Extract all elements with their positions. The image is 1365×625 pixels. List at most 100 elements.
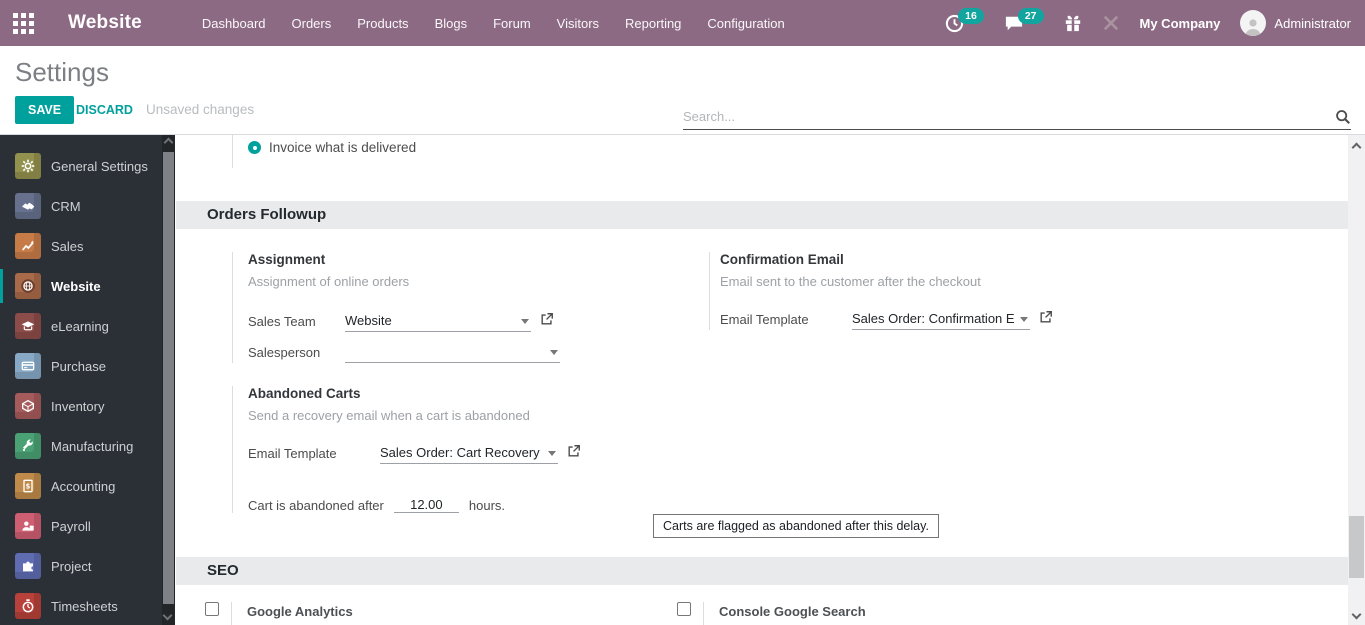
apps-grid-icon[interactable] bbox=[0, 0, 46, 46]
sidebar-item-general-settings[interactable]: General Settings bbox=[0, 146, 175, 186]
console-google-search-setting: Console Google Search bbox=[677, 602, 866, 625]
setting-title: Abandoned Carts bbox=[248, 386, 361, 401]
sales-team-value: Website bbox=[345, 313, 392, 328]
email-template-label: Email Template bbox=[720, 312, 809, 327]
discard-button[interactable]: DISCARD bbox=[76, 103, 133, 117]
menu-forum[interactable]: Forum bbox=[491, 10, 533, 37]
sidebar-item-inventory[interactable]: Inventory bbox=[0, 386, 175, 426]
sidebar-item-elearning[interactable]: eLearning bbox=[0, 306, 175, 346]
abandon-delay-input[interactable] bbox=[393, 497, 459, 513]
developer-tools-button[interactable] bbox=[1102, 14, 1120, 32]
salesperson-select[interactable] bbox=[345, 350, 560, 363]
sidebar-label: CRM bbox=[51, 198, 81, 214]
messages-button[interactable]: 27 bbox=[1004, 8, 1044, 32]
console-google-search-checkbox[interactable] bbox=[677, 602, 691, 616]
chevron-down-icon[interactable] bbox=[1020, 317, 1028, 322]
app-brand-title[interactable]: Website bbox=[68, 12, 142, 34]
menu-reporting[interactable]: Reporting bbox=[623, 10, 683, 37]
gear-icon bbox=[15, 153, 41, 179]
gift-icon bbox=[1065, 15, 1080, 32]
sidebar-label: Website bbox=[51, 278, 101, 294]
sidebar-label: General Settings bbox=[51, 158, 148, 174]
external-link-icon[interactable] bbox=[1039, 310, 1053, 329]
user-name: Administrator bbox=[1274, 15, 1351, 31]
radio-checked-icon[interactable] bbox=[248, 141, 261, 154]
gift-button[interactable] bbox=[1064, 14, 1082, 32]
menu-visitors[interactable]: Visitors bbox=[555, 10, 601, 37]
google-analytics-setting: Google Analytics bbox=[205, 602, 353, 625]
search-icon[interactable] bbox=[1335, 109, 1351, 125]
chevron-down-icon[interactable] bbox=[521, 319, 529, 324]
page-scrollbar[interactable] bbox=[1348, 135, 1365, 625]
settings-screen: Website Dashboard Orders Products Blogs … bbox=[0, 0, 1365, 625]
page-scroll-thumb[interactable] bbox=[1349, 516, 1364, 578]
globe-icon bbox=[15, 273, 41, 299]
external-link-icon[interactable] bbox=[540, 312, 554, 331]
svg-text:$: $ bbox=[26, 483, 31, 491]
menu-products[interactable]: Products bbox=[355, 10, 410, 37]
console-google-search-label: Console Google Search bbox=[719, 604, 866, 619]
recovery-template-select[interactable]: Sales Order: Cart Recovery I bbox=[380, 445, 558, 464]
sidebar-scroll-thumb[interactable] bbox=[163, 152, 174, 604]
sidebar-label: Timesheets bbox=[51, 598, 118, 614]
sidebar-item-manufacturing[interactable]: Manufacturing bbox=[0, 426, 175, 466]
sales-team-select[interactable]: Website bbox=[345, 313, 531, 332]
menu-blogs[interactable]: Blogs bbox=[433, 10, 470, 37]
main-menu: Dashboard Orders Products Blogs Forum Vi… bbox=[200, 10, 787, 37]
puzzle-icon bbox=[15, 553, 41, 579]
abandon-delay-prefix: Cart is abandoned after bbox=[248, 497, 384, 513]
sales-team-row: Sales Team Website bbox=[248, 312, 652, 332]
scroll-up-icon[interactable] bbox=[163, 137, 174, 148]
external-link-icon[interactable] bbox=[567, 444, 581, 463]
activities-button[interactable]: 16 bbox=[945, 8, 984, 33]
sidebar-item-payroll[interactable]: Payroll bbox=[0, 506, 175, 546]
salesperson-label: Salesperson bbox=[248, 345, 321, 360]
payroll-icon bbox=[15, 513, 41, 539]
scroll-down-icon[interactable] bbox=[1351, 609, 1362, 620]
chart-icon bbox=[15, 233, 41, 259]
confirmation-template-row: Email Template Sales Order: Confirmation… bbox=[720, 310, 1179, 330]
user-menu[interactable]: Administrator bbox=[1240, 10, 1351, 36]
sidebar-item-website[interactable]: Website bbox=[0, 266, 175, 306]
menu-orders[interactable]: Orders bbox=[290, 10, 334, 37]
invoice-delivered-option[interactable]: Invoice what is delivered bbox=[248, 135, 416, 155]
scroll-up-icon[interactable] bbox=[1351, 142, 1362, 153]
user-silhouette-icon bbox=[1245, 19, 1261, 36]
sidebar-item-accounting[interactable]: $ Accounting bbox=[0, 466, 175, 506]
abandon-delay-tooltip: Carts are flagged as abandoned after thi… bbox=[653, 514, 939, 538]
assignment-setting-box: Assignment Assignment of online orders S… bbox=[232, 252, 652, 363]
chevron-down-icon[interactable] bbox=[550, 350, 558, 355]
section-header-seo: SEO bbox=[176, 557, 1348, 585]
sidebar-label: Project bbox=[51, 558, 92, 574]
console-google-search-box: Console Google Search bbox=[703, 602, 866, 625]
setting-subtitle: Assignment of online orders bbox=[248, 274, 410, 289]
sidebar-item-purchase[interactable]: Purchase bbox=[0, 346, 175, 386]
handshake-icon bbox=[15, 193, 41, 219]
sidebar-item-sales[interactable]: Sales bbox=[0, 226, 175, 266]
salesperson-row: Salesperson bbox=[248, 345, 652, 363]
sidebar-label: Manufacturing bbox=[51, 438, 134, 454]
menu-dashboard[interactable]: Dashboard bbox=[200, 10, 268, 37]
sidebar-item-crm[interactable]: CRM bbox=[0, 186, 175, 226]
company-switcher[interactable]: My Company bbox=[1140, 16, 1221, 31]
scroll-down-icon[interactable] bbox=[162, 610, 173, 621]
confirmation-email-setting-box: Confirmation Email Email sent to the cus… bbox=[709, 252, 1179, 330]
setting-title: Assignment bbox=[248, 252, 326, 267]
messages-count-badge: 27 bbox=[1017, 8, 1044, 24]
sidebar-label: Accounting bbox=[51, 478, 116, 494]
search-bar bbox=[683, 104, 1351, 130]
menu-configuration[interactable]: Configuration bbox=[705, 10, 786, 37]
sidebar-label: Purchase bbox=[51, 358, 106, 374]
sidebar-scrollbar[interactable] bbox=[162, 135, 175, 625]
sidebar-item-project[interactable]: Project bbox=[0, 546, 175, 586]
page-title: Settings bbox=[15, 57, 109, 87]
wrench-icon bbox=[15, 433, 41, 459]
chevron-down-icon[interactable] bbox=[548, 451, 556, 456]
save-button[interactable]: SAVE bbox=[15, 96, 75, 124]
sidebar-item-timesheets[interactable]: Timesheets bbox=[0, 586, 175, 625]
setting-title: Confirmation Email bbox=[720, 252, 844, 267]
avatar bbox=[1240, 10, 1267, 36]
google-analytics-checkbox[interactable] bbox=[205, 602, 219, 616]
confirmation-template-select[interactable]: Sales Order: Confirmation E bbox=[852, 311, 1030, 330]
search-input[interactable] bbox=[683, 109, 1335, 124]
